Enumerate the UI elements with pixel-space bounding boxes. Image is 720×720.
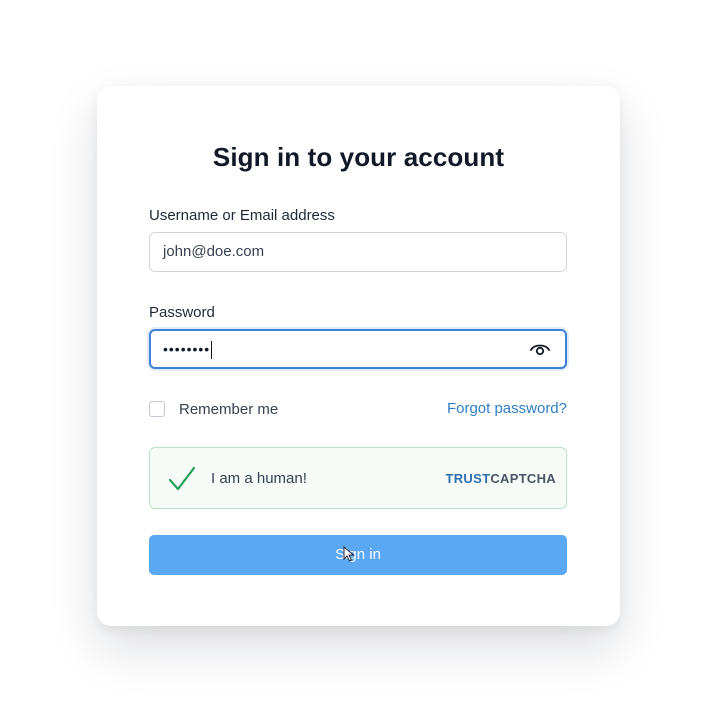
password-value: •••••••• <box>163 331 213 367</box>
forgot-password-link[interactable]: Forgot password? <box>447 400 567 417</box>
text-caret <box>211 341 213 360</box>
remember-label: Remember me <box>179 400 279 418</box>
checkmark-icon <box>168 466 196 492</box>
captcha-label: I am a human! <box>211 470 307 487</box>
captcha-brand-logo: TRUSTCAPTCHA <box>446 448 557 510</box>
username-value: john@doe.com <box>163 243 265 260</box>
page-title: Sign in to your account <box>212 142 505 172</box>
captcha-brand-trust: TRUST <box>445 471 491 486</box>
captcha-brand-captcha: CAPTCHA <box>490 471 556 486</box>
password-mask: •••••••• <box>163 341 211 357</box>
password-field[interactable]: •••••••• <box>149 329 567 369</box>
login-card: Sign in to your account Username or Emai… <box>97 86 620 626</box>
username-field[interactable]: john@doe.com <box>149 232 567 272</box>
remember-checkbox[interactable] <box>149 401 165 417</box>
username-label: Username or Email address <box>149 207 335 224</box>
eye-icon[interactable] <box>529 340 551 358</box>
captcha-widget[interactable]: I am a human! TRUSTCAPTCHA <box>149 447 567 509</box>
remember-me[interactable]: Remember me <box>149 399 278 419</box>
password-label: Password <box>149 304 215 321</box>
sign-in-button[interactable]: Sign in <box>149 535 567 575</box>
